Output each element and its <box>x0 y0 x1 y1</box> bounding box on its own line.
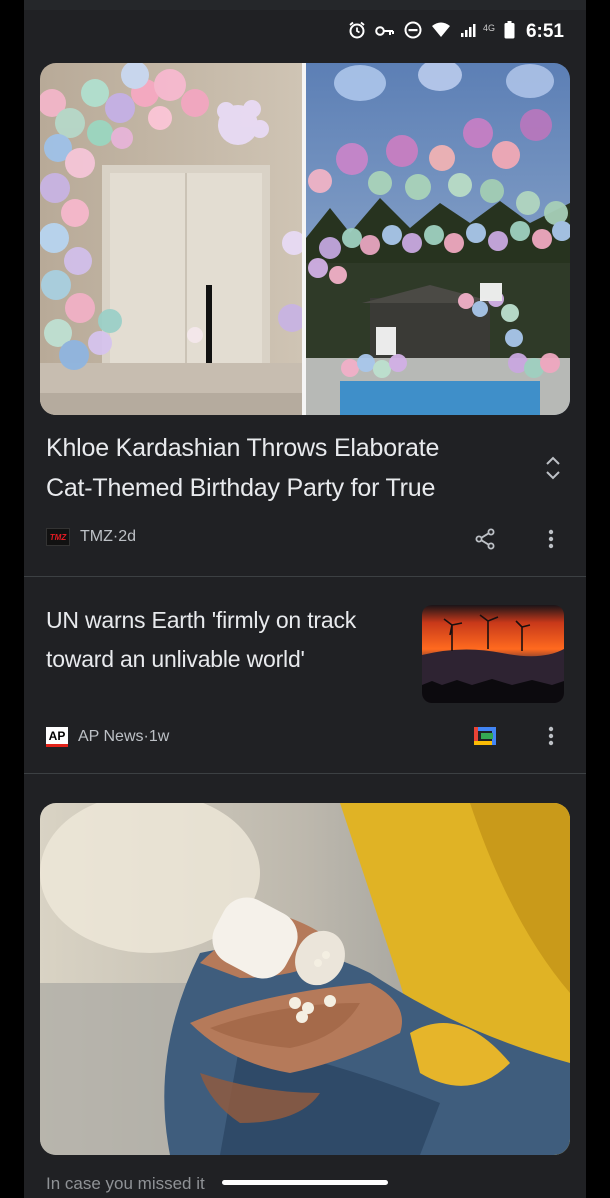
card-divider <box>24 773 586 774</box>
article-age: 1w <box>148 728 170 745</box>
wifi-icon <box>431 22 451 43</box>
source-name: AP News <box>78 728 144 745</box>
article-image-balloon-party[interactable] <box>40 63 570 415</box>
article-age: 2d <box>118 528 136 545</box>
headline-line: Cat-Themed Birthday Party for True <box>46 474 436 502</box>
headline-line: Khloe Kardashian Throws Elaborate <box>46 434 440 462</box>
signal-icon <box>460 22 480 43</box>
source-name: TMZ <box>80 528 113 545</box>
article-headline[interactable]: Khloe Kardashian Throws Elaborate Cat-Th… <box>46 428 439 508</box>
article-headline[interactable]: UN warns Earth 'firmly on track toward a… <box>46 601 356 679</box>
article-source-row[interactable]: TMZ TMZ · 2d <box>46 528 136 546</box>
ap-logo-icon: AP <box>46 727 68 747</box>
gesture-navigation-bar[interactable] <box>222 1180 388 1185</box>
do-not-disturb-icon <box>404 21 422 44</box>
tmz-logo-icon: TMZ <box>46 528 70 546</box>
article-thumbnail-wind-turbines[interactable] <box>422 605 564 703</box>
status-bar: 4G 6:51 <box>348 18 564 46</box>
headline-line: toward an unlivable world' <box>46 646 305 672</box>
clock: 6:51 <box>525 21 564 42</box>
battery-icon <box>504 20 515 44</box>
vpn-key-icon <box>375 22 395 43</box>
more-options-icon[interactable] <box>537 722 565 750</box>
headline-line: UN warns Earth 'firmly on track <box>46 607 357 633</box>
network-type: 4G <box>482 23 495 33</box>
expand-collapse-chevron-icon[interactable] <box>539 454 567 482</box>
full-coverage-icon[interactable] <box>471 722 499 750</box>
article-image-pills[interactable] <box>40 803 570 1155</box>
previous-card-edge <box>24 0 586 10</box>
section-header: In case you missed it <box>46 1174 205 1193</box>
more-options-icon[interactable] <box>537 525 565 553</box>
share-icon[interactable] <box>471 525 499 553</box>
article-source-row[interactable]: AP AP News · 1w <box>46 727 169 747</box>
card-divider <box>24 576 586 577</box>
alarm-icon <box>348 21 366 44</box>
